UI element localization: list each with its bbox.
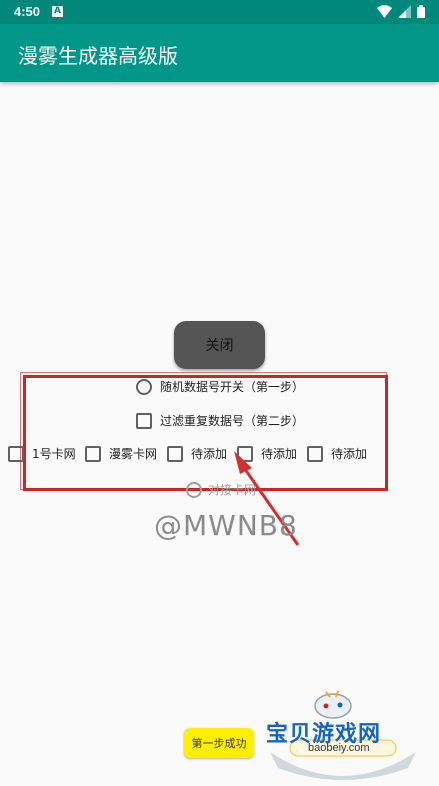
watermark-text: @MWNB8 — [154, 509, 298, 542]
logo-domain: baobeiy.com — [308, 742, 370, 754]
step-one-button[interactable]: 第一步成功 — [184, 728, 254, 758]
arrow-annotation — [234, 451, 300, 546]
site-logo: 宝贝游戏网 baobeiy.com — [258, 688, 428, 782]
